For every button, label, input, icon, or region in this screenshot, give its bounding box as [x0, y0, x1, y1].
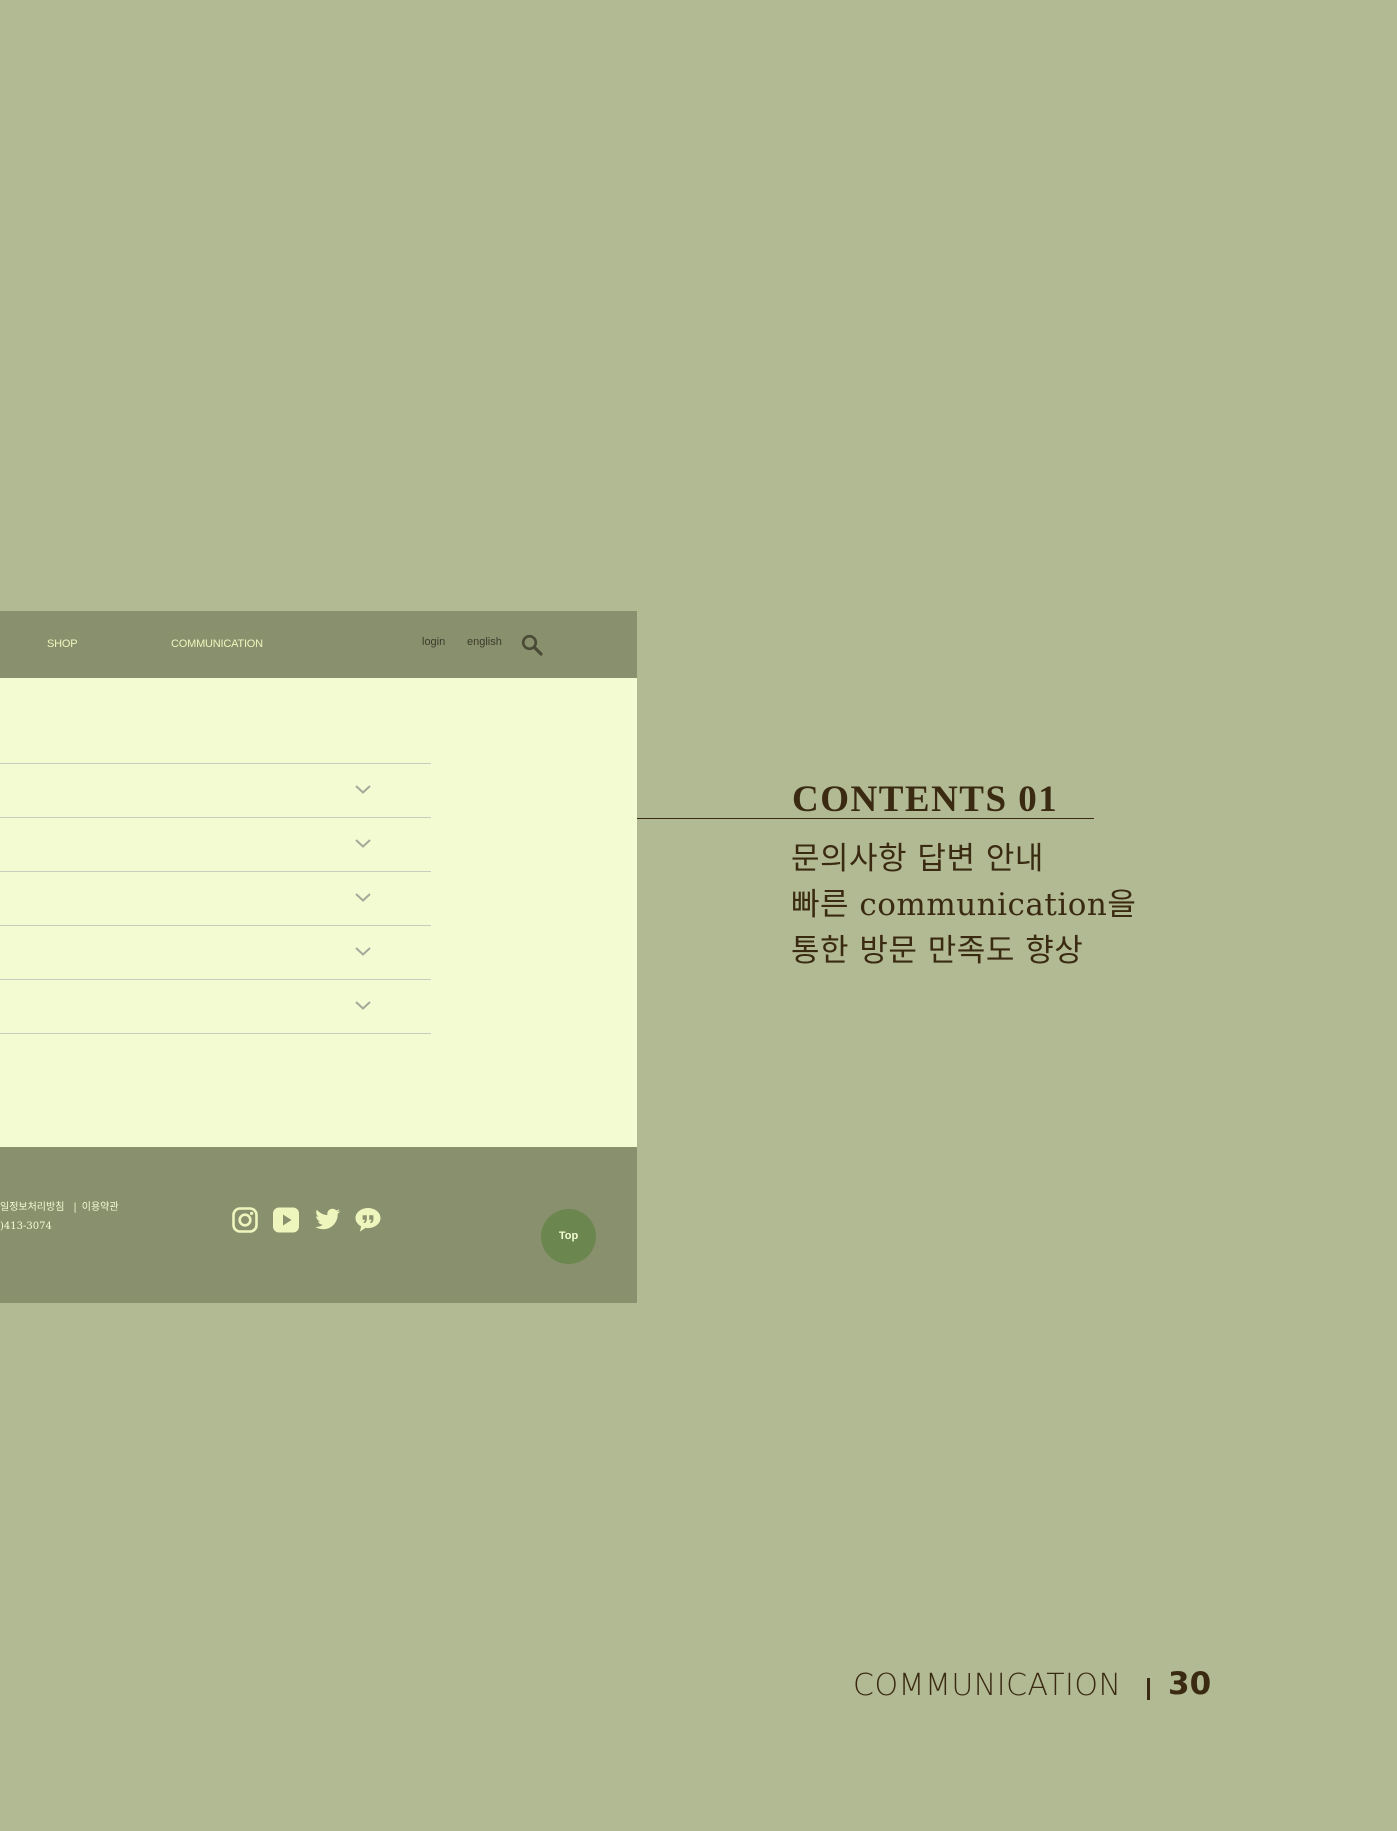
page-number: 30: [1168, 1666, 1212, 1702]
chevron-down-icon[interactable]: [354, 1000, 372, 1011]
chevron-down-icon[interactable]: [354, 946, 372, 957]
chevron-down-icon[interactable]: [354, 892, 372, 903]
login-link[interactable]: login: [422, 636, 445, 648]
website-mockup: SHOP COMMUNICATION login english 일정보처리방침…: [0, 611, 637, 1303]
chevron-down-icon[interactable]: [354, 784, 372, 795]
contents-description: 문의사항 답변 안내 빠른 communication을 통한 방문 만족도 향…: [791, 836, 1136, 974]
privacy-policy-link[interactable]: 일정보처리방침: [0, 1202, 64, 1213]
faq-content-area: [0, 678, 637, 1148]
kakaotalk-icon[interactable]: [354, 1206, 382, 1234]
page-divider: [1147, 1678, 1150, 1700]
nav-shop[interactable]: SHOP: [47, 638, 78, 650]
instagram-icon[interactable]: [231, 1206, 259, 1234]
contents-title: CONTENTS 01: [792, 779, 1059, 820]
description-line: 통한 방문 만족도 향상: [791, 933, 1084, 969]
youtube-icon[interactable]: [272, 1206, 300, 1234]
faq-item[interactable]: [0, 764, 431, 818]
english-link[interactable]: english: [467, 636, 502, 648]
chevron-down-icon[interactable]: [354, 838, 372, 849]
footer-phone: )413-3074: [0, 1221, 52, 1232]
faq-item[interactable]: [0, 818, 431, 872]
scroll-top-button[interactable]: Top: [541, 1209, 596, 1264]
site-header: SHOP COMMUNICATION login english: [0, 611, 637, 678]
footer-links: 일정보처리방침 | 이용약관: [0, 1198, 119, 1213]
description-line: 빠른 communication을: [791, 887, 1137, 923]
faq-list: [0, 763, 431, 1034]
faq-item[interactable]: [0, 872, 431, 926]
footer-separator: |: [73, 1202, 77, 1213]
section-label: COMMUNICATION: [853, 1668, 1122, 1703]
faq-item[interactable]: [0, 926, 431, 980]
search-icon[interactable]: [520, 633, 544, 657]
twitter-icon[interactable]: [313, 1206, 341, 1234]
nav-communication[interactable]: COMMUNICATION: [171, 638, 263, 650]
site-footer: 일정보처리방침 | 이용약관 )413-3074 Top: [0, 1147, 637, 1303]
faq-item[interactable]: [0, 980, 431, 1034]
description-line: 문의사항 답변 안내: [791, 841, 1044, 877]
terms-link[interactable]: 이용약관: [82, 1202, 119, 1213]
